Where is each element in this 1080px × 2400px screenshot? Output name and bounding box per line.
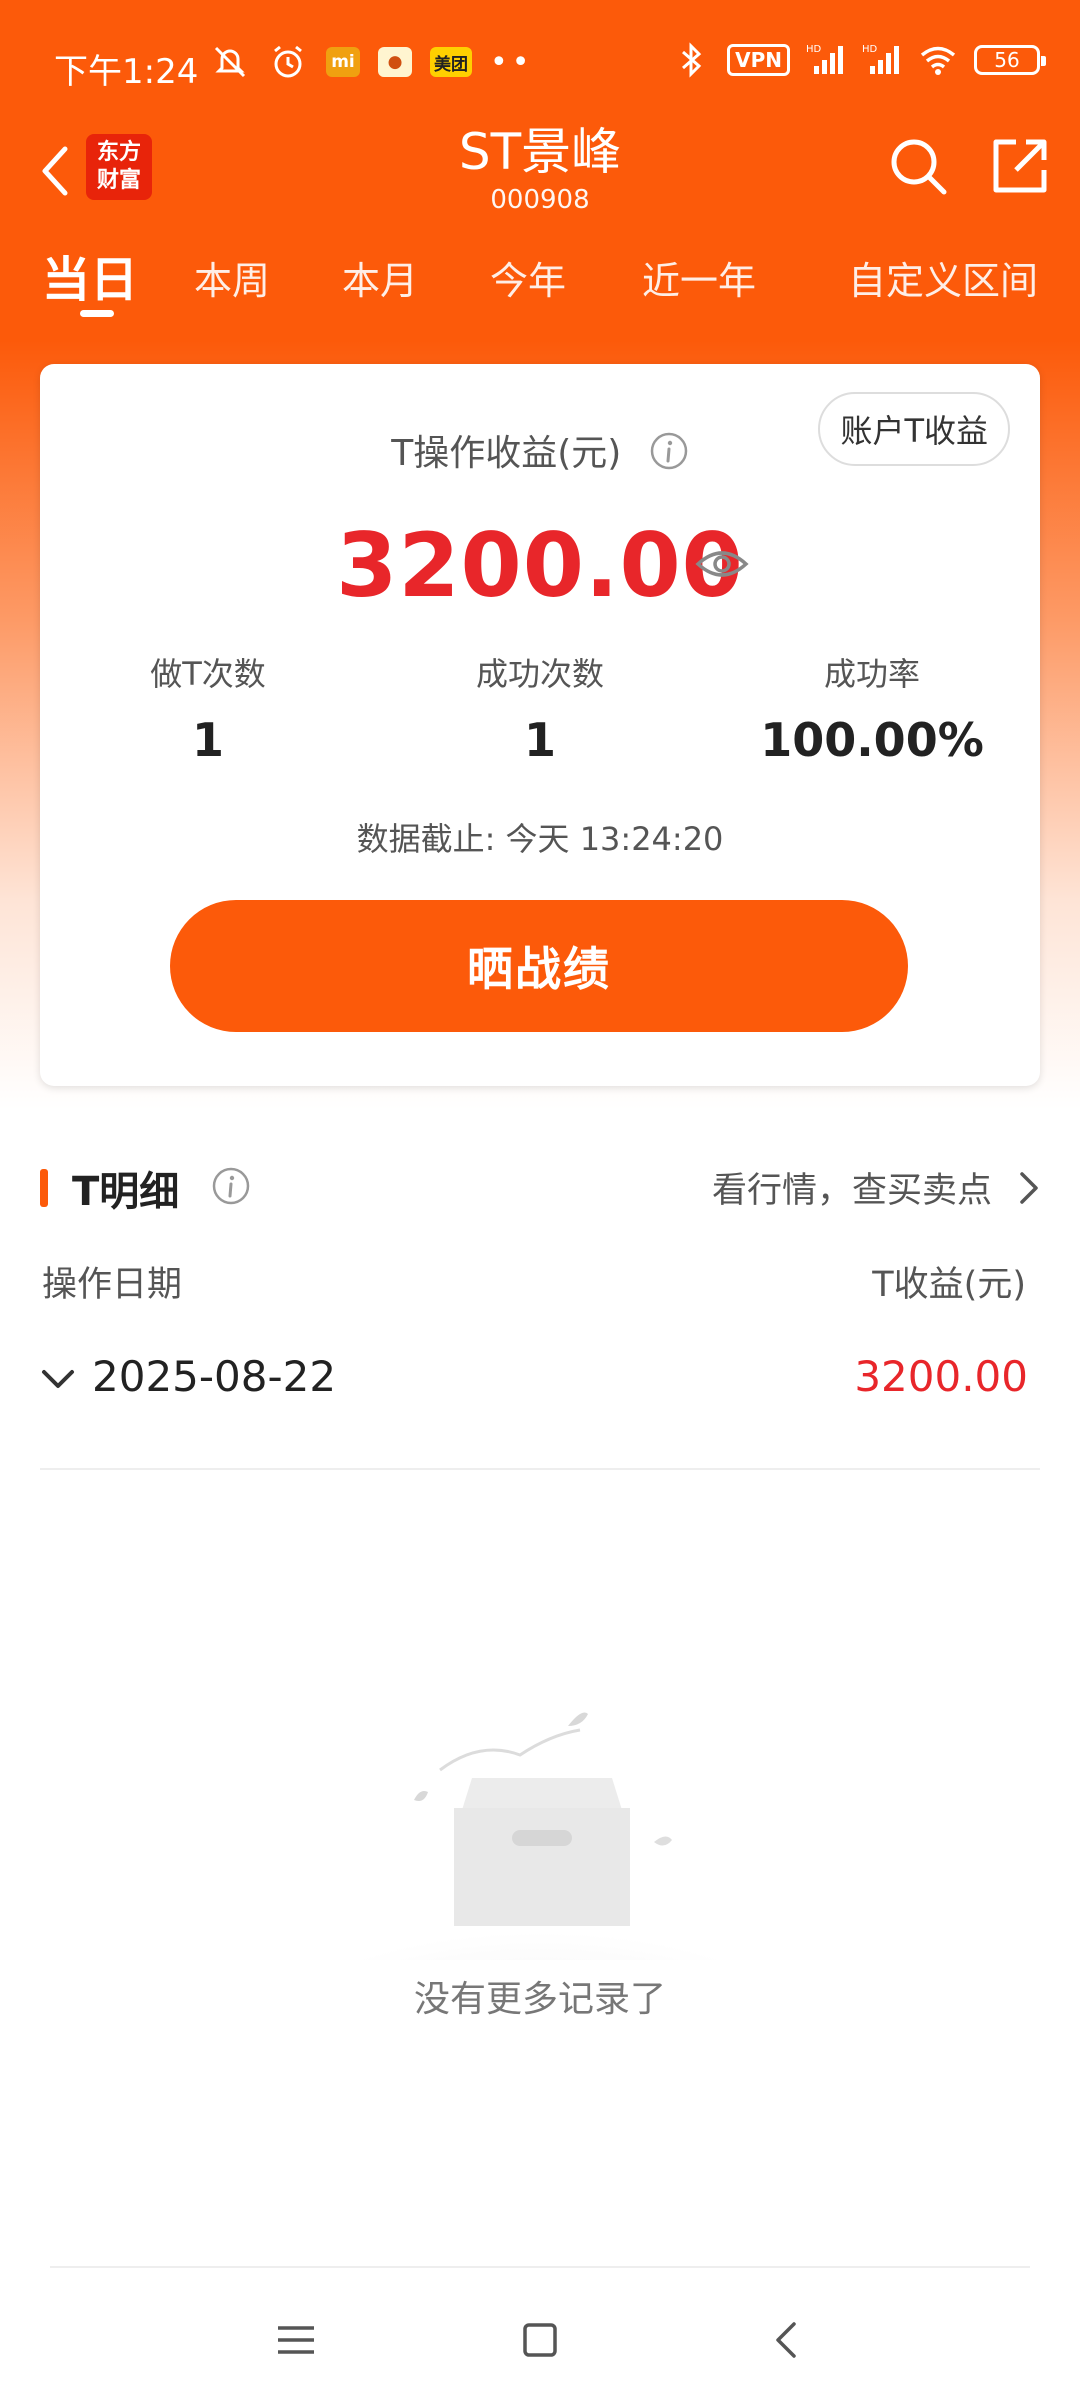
view-market-link[interactable]: 看行情，查买卖点: [712, 1162, 1044, 1213]
nav-divider: [50, 2266, 1030, 2268]
battery-icon: 56: [974, 45, 1046, 75]
tab-month[interactable]: 本月: [342, 250, 418, 305]
share-icon[interactable]: [988, 134, 1052, 198]
column-header-profit: T收益(元): [872, 1265, 1026, 1305]
empty-state-text: 没有更多记录了: [413, 1979, 666, 2020]
alarm-icon: [268, 42, 308, 82]
section-title: T明细: [72, 1169, 180, 1215]
chevron-right-icon: [1020, 1171, 1038, 1204]
tab-custom-range[interactable]: 自定义区间: [848, 250, 1038, 305]
stat-value: 100.00%: [760, 713, 984, 767]
menu-icon[interactable]: [266, 2310, 326, 2370]
stat-success-rate: 成功率 100.00%: [722, 649, 1022, 767]
stat-label: 成功次数: [475, 655, 604, 693]
status-time: 下午1:24: [54, 52, 199, 92]
tab-today[interactable]: 当日: [42, 240, 138, 310]
meituan-icon: 美团: [430, 47, 472, 77]
active-tab-indicator: [80, 310, 114, 317]
stat-value: 1: [191, 713, 224, 767]
empty-box-illustration: [320, 1712, 760, 1960]
home-icon[interactable]: [510, 2310, 570, 2370]
table-row[interactable]: 2025-08-22 3200.00: [40, 1340, 1040, 1470]
tab-year[interactable]: 今年: [490, 250, 566, 305]
period-tabs: 当日 本周 本月 今年 近一年 自定义区间: [0, 240, 1080, 320]
stats-row: 做T次数 1 成功次数 1 成功率 100.00%: [40, 649, 1040, 769]
mute-icon: [210, 42, 250, 82]
profit-label: T操作收益(元): [391, 433, 622, 474]
svg-text:HD: HD: [806, 44, 822, 55]
mi-icon: mi: [326, 47, 360, 77]
data-cutoff-time: 数据截止: 今天 13:24:20: [356, 820, 724, 858]
share-record-button[interactable]: 晒战绩: [170, 900, 908, 1032]
stat-trade-count: 做T次数 1: [58, 649, 358, 767]
wifi-icon: [918, 40, 958, 80]
chevron-down-icon[interactable]: [40, 1362, 76, 1398]
svg-text:HD: HD: [862, 44, 878, 55]
profit-label-row: T操作收益(元): [40, 424, 1040, 480]
info-icon[interactable]: [211, 1166, 251, 1210]
app-icon: ●: [378, 47, 412, 77]
t-detail-header: T明细: [40, 1160, 251, 1216]
eye-icon[interactable]: [694, 536, 750, 592]
row-profit: 3200.00: [854, 1352, 1028, 1401]
profit-value: 3200.00: [336, 514, 744, 617]
profit-summary-card: 账户T收益 T操作收益(元) 3200.00 做T次数 1 成功次数 1 成功率…: [40, 364, 1040, 1086]
signal-hd-icon: HD: [806, 40, 846, 80]
header: 东方 财富 ST景峰 000908: [0, 120, 1080, 230]
bluetooth-icon: [671, 40, 711, 80]
row-date: 2025-08-22: [92, 1352, 337, 1401]
stat-label: 做T次数: [150, 655, 266, 693]
column-header-date: 操作日期: [42, 1265, 183, 1305]
nav-back-icon[interactable]: [758, 2310, 818, 2370]
info-icon[interactable]: [649, 431, 689, 480]
tab-week[interactable]: 本周: [194, 250, 270, 305]
stat-value: 1: [523, 713, 556, 767]
section-accent-bar: [40, 1169, 48, 1207]
status-bar: 下午1:24 mi ● 美团 •• VPN HD HD 56: [0, 0, 1080, 130]
more-dots-icon: ••: [490, 44, 534, 80]
market-link-label: 看行情，查买卖点: [711, 1171, 992, 1211]
vpn-badge: VPN: [727, 44, 790, 76]
stat-success-count: 成功次数 1: [390, 649, 690, 767]
signal-hd-icon: HD: [862, 40, 902, 80]
notification-icons: mi ● 美团 ••: [210, 42, 533, 82]
stat-label: 成功率: [823, 655, 920, 693]
search-icon[interactable]: [886, 134, 950, 198]
tab-last-year[interactable]: 近一年: [642, 250, 756, 305]
profit-value-row: 3200.00: [40, 514, 1040, 617]
system-status-icons: VPN HD HD 56: [671, 40, 1046, 80]
